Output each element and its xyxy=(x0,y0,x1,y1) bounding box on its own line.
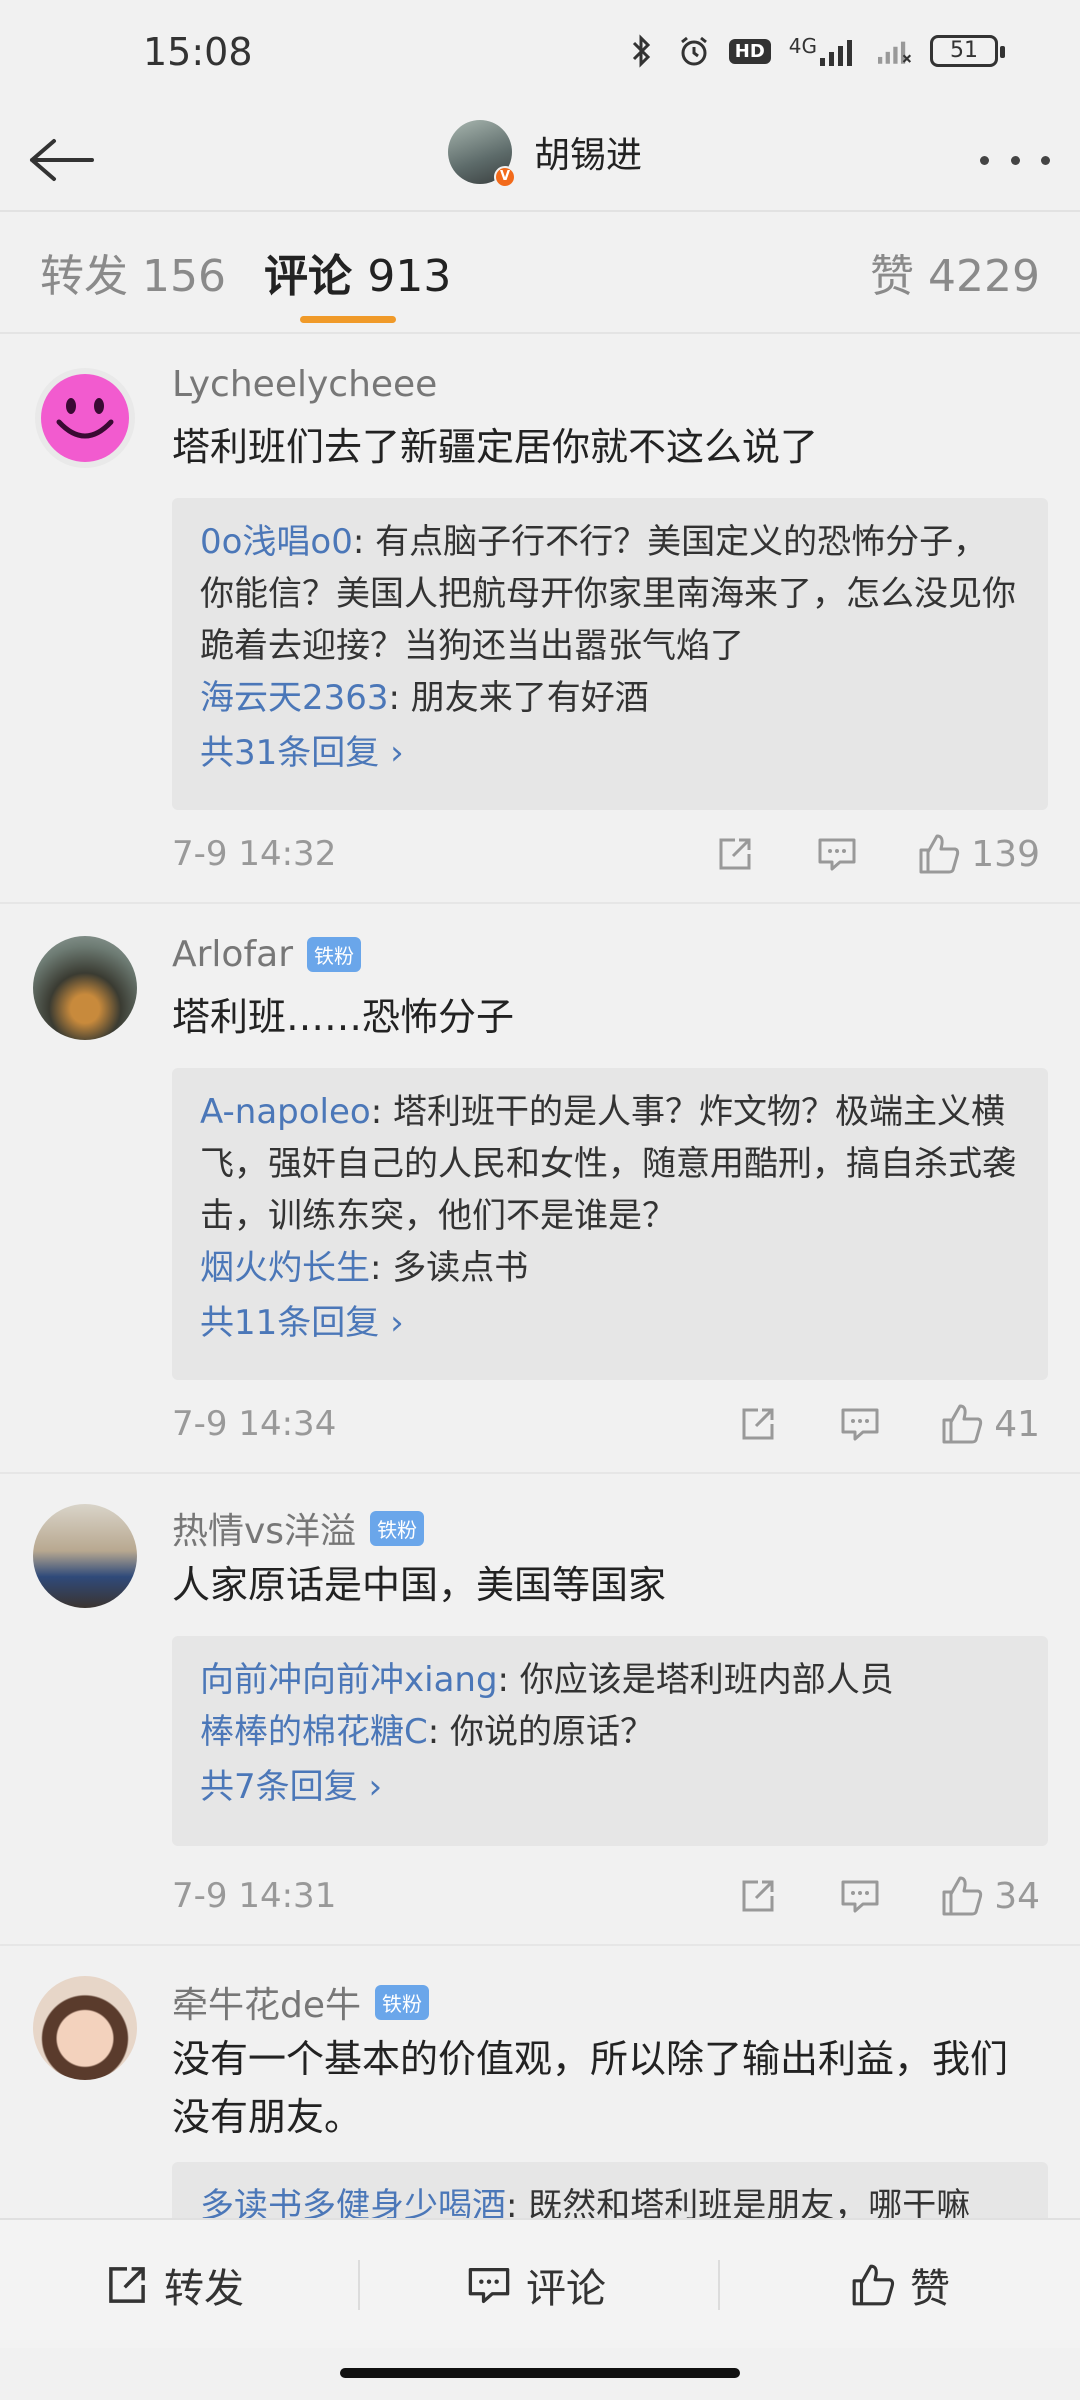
reply-item[interactable]: 向前冲向前冲xiang: 你应该是塔利班内部人员 xyxy=(200,1654,1020,1706)
bar-separator xyxy=(718,2260,720,2310)
fan-badge: 铁粉 xyxy=(370,1510,425,1546)
reply-username[interactable]: A-napoleo xyxy=(200,1092,371,1132)
comment-time: 7-9 14:32 xyxy=(172,834,337,874)
comment-divider xyxy=(0,902,1080,904)
comment-icon[interactable] xyxy=(838,1874,882,1918)
signal-secondary-icon xyxy=(878,34,912,68)
comment-meta: 7-9 14:31 34 xyxy=(172,1866,1040,1926)
comment-icon[interactable] xyxy=(815,832,859,876)
smiley-avatar-icon xyxy=(35,368,135,468)
more-replies-link[interactable]: 共7条回复 › xyxy=(200,1758,1020,1816)
like-count: 41 xyxy=(994,1403,1040,1445)
like-count: 34 xyxy=(994,1875,1040,1917)
more-replies-link[interactable]: 共11条回复 › xyxy=(200,1294,1020,1352)
comment-username[interactable]: Lycheelycheee xyxy=(172,364,437,405)
verified-badge: V xyxy=(494,166,516,188)
alarm-icon xyxy=(677,34,711,68)
tabs-divider xyxy=(0,332,1080,334)
reply-item[interactable]: 多读书多健身少喝酒: 既然和塔利班是朋友，哪干嘛 xyxy=(200,2180,1020,2218)
share-icon[interactable] xyxy=(736,1402,780,1446)
status-time: 15:08 xyxy=(143,30,253,74)
active-tab-indicator xyxy=(300,316,396,323)
share-icon xyxy=(109,2267,145,2303)
comment-time: 7-9 14:31 xyxy=(172,1876,337,1916)
reply-username[interactable]: 多读书多健身少喝酒 xyxy=(200,2186,506,2218)
reply-box[interactable]: 0o浅唱o0: 有点脑子行不行？美国定义的恐怖分子，你能信？美国人把航母开你家里… xyxy=(172,498,1048,810)
back-button[interactable] xyxy=(26,128,96,192)
thumbs-up-icon[interactable] xyxy=(940,1402,984,1446)
tab-like[interactable]: 赞 4229 xyxy=(870,240,1040,304)
more-dot-icon xyxy=(1041,155,1050,165)
comment-time: 7-9 14:34 xyxy=(172,1404,337,1444)
comment-icon xyxy=(468,2268,510,2304)
avatar[interactable] xyxy=(33,1976,137,2080)
tabs: 转发 156 评论 913 赞 4229 xyxy=(0,212,1080,332)
comment-divider xyxy=(0,1472,1080,1474)
battery-icon: 51 xyxy=(930,35,1005,67)
bluetooth-icon xyxy=(625,34,659,68)
reply-box[interactable]: 向前冲向前冲xiang: 你应该是塔利班内部人员 棒棒的棉花糖C: 你说的原话？… xyxy=(172,1636,1048,1846)
tab-repost[interactable]: 转发 156 xyxy=(40,240,226,304)
fan-badge: 铁粉 xyxy=(375,1984,430,2020)
reply-box[interactable]: A-napoleo: 塔利班干的是人事？炸文物？极端主义横飞，强奸自己的人民和女… xyxy=(172,1068,1048,1380)
comment-actions: 41 xyxy=(736,1402,1040,1446)
post-author[interactable]: V 胡锡进 xyxy=(448,120,642,188)
comment-meta: 7-9 14:32 139 xyxy=(172,824,1040,884)
reply-username[interactable]: 棒棒的棉花糖C xyxy=(200,1712,428,1752)
share-icon[interactable] xyxy=(736,1874,780,1918)
thumbs-up-icon[interactable] xyxy=(917,832,961,876)
comment-text: 人家原话是中国，美国等国家 xyxy=(172,1563,667,1607)
comment-meta: 7-9 14:34 41 xyxy=(172,1394,1040,1454)
comment-text: 塔利班……恐怖分子 xyxy=(172,995,515,1039)
share-icon[interactable] xyxy=(713,832,757,876)
reply-username[interactable]: 海云天2363 xyxy=(200,678,389,718)
more-replies-link[interactable]: 共31条回复 › xyxy=(200,724,1020,782)
thumbs-up-icon xyxy=(852,2264,895,2306)
avatar[interactable] xyxy=(33,366,137,470)
reply-username[interactable]: 0o浅唱o0 xyxy=(200,522,353,562)
avatar[interactable] xyxy=(33,936,137,1040)
comment-item: 牵牛花de牛 铁粉 没有一个基本的价值观，所以除了输出利益，我们没有朋友。 多读… xyxy=(0,1946,1080,2218)
comment-icon[interactable] xyxy=(838,1402,882,1446)
avatar[interactable] xyxy=(33,1504,137,1608)
bar-separator xyxy=(358,2260,360,2310)
comment-actions: 34 xyxy=(736,1874,1040,1918)
comment-text: 塔利班们去了新疆定居你就不这么说了 xyxy=(172,425,819,469)
comment-button[interactable]: 评论 xyxy=(466,2256,606,2314)
reply-item[interactable]: 海云天2363: 朋友来了有好酒 xyxy=(200,672,1020,724)
repost-button[interactable]: 转发 xyxy=(104,2256,244,2314)
bottom-action-bar: 转发 评论 赞 xyxy=(0,2218,1080,2348)
reply-item[interactable]: A-napoleo: 塔利班干的是人事？炸文物？极端主义横飞，强奸自己的人民和女… xyxy=(200,1086,1020,1242)
status-icons: HD 4G 51 xyxy=(625,34,1005,68)
top-nav: V 胡锡进 xyxy=(0,110,1080,210)
reply-item[interactable]: 烟火灼长生: 多读点书 xyxy=(200,1242,1020,1294)
comment-username[interactable]: Arlofar 铁粉 xyxy=(172,934,361,975)
like-button[interactable]: 赞 xyxy=(850,2256,950,2314)
comment-username[interactable]: 热情vs洋溢 铁粉 xyxy=(172,1502,425,1554)
reply-item[interactable]: 0o浅唱o0: 有点脑子行不行？美国定义的恐怖分子，你能信？美国人把航母开你家里… xyxy=(200,516,1020,672)
arrow-left-icon xyxy=(30,139,94,181)
fan-badge: 铁粉 xyxy=(307,937,361,972)
reply-box[interactable]: 多读书多健身少喝酒: 既然和塔利班是朋友，哪干嘛 xyxy=(172,2162,1048,2218)
reply-username[interactable]: 烟火灼长生 xyxy=(200,1248,370,1288)
hd-badge: HD xyxy=(728,38,771,64)
reply-item[interactable]: 棒棒的棉花糖C: 你说的原话？ xyxy=(200,1706,1020,1758)
home-indicator[interactable] xyxy=(340,2368,740,2378)
comment-username[interactable]: 牵牛花de牛 铁粉 xyxy=(172,1976,430,2028)
thumbs-up-icon[interactable] xyxy=(940,1874,984,1918)
signal-4g-icon: 4G xyxy=(789,36,860,66)
comment-actions: 139 xyxy=(713,832,1040,876)
comment-text: 没有一个基本的价值观，所以除了输出利益，我们没有朋友。 xyxy=(172,2037,1009,2139)
more-dot-icon xyxy=(980,155,989,165)
more-options-button[interactable] xyxy=(980,134,1050,186)
status-bar: 15:08 HD 4G 51 xyxy=(0,0,1080,110)
reply-username[interactable]: 向前冲向前冲xiang xyxy=(200,1660,498,1700)
tab-comment[interactable]: 评论 913 xyxy=(264,240,451,304)
like-count: 139 xyxy=(971,833,1040,875)
avatar[interactable]: V xyxy=(448,120,516,188)
author-name[interactable]: 胡锡进 xyxy=(534,126,642,178)
more-dot-icon xyxy=(1010,155,1020,165)
